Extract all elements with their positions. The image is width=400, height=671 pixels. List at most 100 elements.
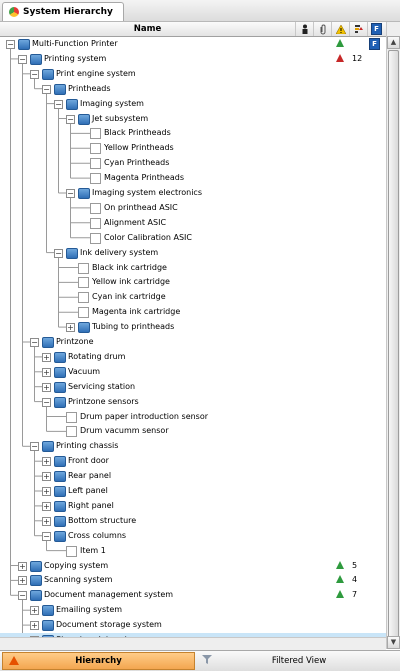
column-warning-header[interactable]	[332, 22, 350, 36]
column-person-header[interactable]	[296, 22, 314, 36]
expand-toggle-icon[interactable]: +	[42, 472, 51, 482]
collapse-toggle-icon[interactable]: −	[42, 84, 51, 94]
column-flag-header[interactable]: F	[368, 22, 385, 36]
tree-row[interactable]: + Right panel	[0, 499, 386, 514]
column-attachment-header[interactable]	[314, 22, 332, 36]
tree-row[interactable]: Drum paper introduction sensor	[0, 410, 386, 425]
tree-row[interactable]: − Jet subsystem	[0, 112, 386, 127]
tree-row[interactable]: − Cross columns	[0, 529, 386, 544]
priority-count: 12	[352, 53, 363, 63]
tree-row[interactable]: Yellow Printheads	[0, 141, 386, 156]
tree-row[interactable]: Yellow ink cartridge	[0, 275, 386, 290]
expand-toggle-icon[interactable]: +	[42, 457, 51, 467]
expand-toggle-icon[interactable]: +	[42, 367, 51, 377]
tree-row[interactable]: − Printheads	[0, 82, 386, 97]
tree-row[interactable]: On printhead ASIC	[0, 201, 386, 216]
tree-row[interactable]: Item 1	[0, 544, 386, 559]
tree-item-label: Color Calibration ASIC	[104, 232, 192, 242]
expand-toggle-icon[interactable]: +	[30, 621, 39, 631]
tree-item-label: Printing chassis	[56, 441, 119, 451]
expand-toggle-icon[interactable]: +	[42, 352, 51, 362]
status-red-icon	[336, 53, 344, 62]
collapse-toggle-icon[interactable]: −	[66, 114, 75, 124]
collapse-toggle-icon[interactable]: −	[54, 248, 63, 258]
tree-row[interactable]: − Printzone sensors	[0, 395, 386, 410]
column-name-header[interactable]: Name	[0, 22, 296, 36]
tree-row[interactable]: − Printzone	[0, 335, 386, 350]
tree-row[interactable]: − Multi-Function Printer F	[0, 37, 386, 52]
tree-row[interactable]: − Printing system 12	[0, 52, 386, 67]
scroll-up-button[interactable]: ▲	[387, 36, 400, 49]
tab-system-hierarchy[interactable]: System Hierarchy	[2, 2, 124, 21]
tree-row[interactable]: + Tubing to printheads	[0, 320, 386, 335]
system-folder-icon	[42, 68, 54, 80]
expand-toggle-icon[interactable]: +	[18, 576, 27, 586]
system-folder-icon	[78, 113, 90, 125]
tree-row[interactable]: − Document management system 7	[0, 588, 386, 603]
status-green-icon	[336, 575, 344, 584]
tree-row[interactable]: + Scanning system 4	[0, 573, 386, 588]
expand-toggle-icon[interactable]: +	[18, 561, 27, 571]
tree-row[interactable]: − Print engine system	[0, 67, 386, 82]
vertical-scrollbar[interactable]: ▲ ▼	[386, 22, 400, 649]
tree-row[interactable]: + Vacuum	[0, 365, 386, 380]
tree-item-label: Printzone	[56, 337, 94, 346]
tree-item-label: Yellow ink cartridge	[92, 277, 170, 287]
expand-toggle-icon[interactable]: +	[30, 606, 39, 616]
tree-row[interactable]: Cyan ink cartridge	[0, 290, 386, 305]
flag-icon[interactable]: F	[369, 38, 380, 50]
tree-row[interactable]: Magenta Printheads	[0, 171, 386, 186]
tree-row[interactable]: Alignment ASIC	[0, 216, 386, 231]
tree-row[interactable]: Cyan Printheads	[0, 156, 386, 171]
tree-row[interactable]: Magenta ink cartridge	[0, 305, 386, 320]
system-folder-icon	[42, 605, 54, 617]
expand-toggle-icon[interactable]: +	[66, 323, 75, 333]
collapse-toggle-icon[interactable]: −	[42, 531, 51, 541]
horizontal-scrollbar[interactable]	[0, 637, 386, 650]
tree-row[interactable]: + Rear panel	[0, 469, 386, 484]
scroll-thumb[interactable]	[388, 50, 399, 646]
tree-row[interactable]: + Document storage system	[0, 618, 386, 633]
item-icon	[78, 277, 89, 289]
tree-row[interactable]: − Imaging system electronics	[0, 186, 386, 201]
tree-row[interactable]: − Printing chassis	[0, 439, 386, 454]
collapse-toggle-icon[interactable]: −	[30, 69, 39, 79]
column-priority-header[interactable]	[350, 22, 368, 36]
tree-row[interactable]: + Front door	[0, 454, 386, 469]
tree-row[interactable]: + Rotating drum	[0, 350, 386, 365]
tree-item-label: Bottom structure	[68, 515, 137, 525]
tree-row[interactable]: Black ink cartridge	[0, 261, 386, 276]
collapse-toggle-icon[interactable]: −	[54, 99, 63, 109]
tree-row[interactable]: + Bottom structure	[0, 514, 386, 529]
tree-row[interactable]: + Left panel	[0, 484, 386, 499]
tree-row[interactable]: + Emailing system	[0, 603, 386, 618]
warning-triangle-icon	[9, 656, 19, 665]
tree-row[interactable]: + Servicing station	[0, 380, 386, 395]
collapse-toggle-icon[interactable]: −	[66, 189, 75, 198]
tree-item-label: Right panel	[68, 500, 114, 510]
expand-toggle-icon[interactable]: +	[42, 516, 51, 526]
collapse-toggle-icon[interactable]: −	[6, 40, 15, 49]
tree-row[interactable]: Drum vacumm sensor	[0, 424, 386, 439]
tab-hierarchy[interactable]: Hierarchy	[2, 652, 195, 670]
expand-toggle-icon[interactable]: +	[42, 382, 51, 392]
tree-item-label: Document storage system	[56, 620, 162, 630]
system-folder-icon	[78, 188, 90, 199]
tab-filtered-view[interactable]: Filtered View	[200, 652, 398, 670]
collapse-toggle-icon[interactable]: −	[18, 591, 27, 601]
collapse-toggle-icon[interactable]: −	[42, 397, 51, 407]
collapse-toggle-icon[interactable]: −	[30, 442, 39, 452]
tree-row[interactable]: + Copying system 5	[0, 559, 386, 574]
collapse-toggle-icon[interactable]: −	[18, 54, 27, 64]
tree-row[interactable]: − Ink delivery system	[0, 246, 386, 261]
system-folder-icon	[30, 590, 42, 602]
tree-row[interactable]: Black Printheads	[0, 126, 386, 141]
tree-row[interactable]: − Imaging system	[0, 97, 386, 112]
expand-toggle-icon[interactable]: +	[42, 501, 51, 511]
scroll-down-button[interactable]: ▼	[387, 636, 400, 649]
tree-row[interactable]: Color Calibration ASIC	[0, 231, 386, 246]
expand-toggle-icon[interactable]: +	[42, 487, 51, 496]
collapse-toggle-icon[interactable]: −	[30, 338, 39, 347]
tree-item-label: Jet subsystem	[92, 113, 149, 123]
tree-item-label: Front door	[68, 456, 109, 466]
